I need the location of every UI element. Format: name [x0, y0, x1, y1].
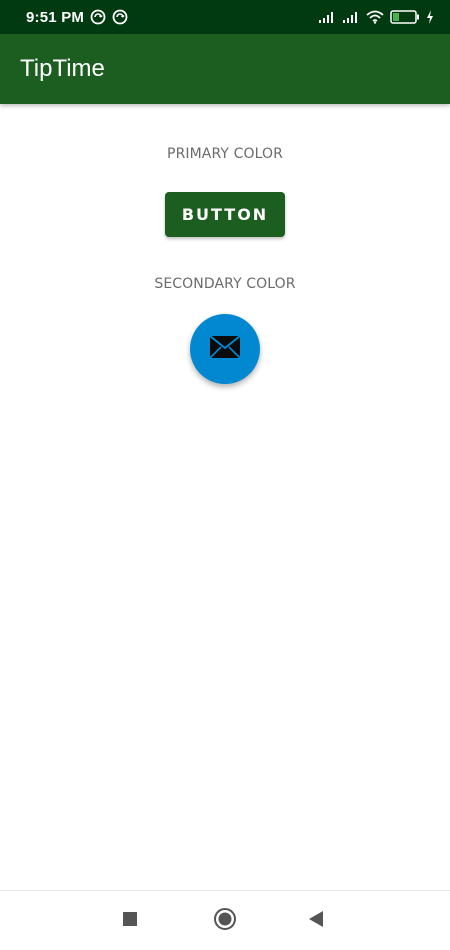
- status-time: 9:51 PM: [26, 8, 85, 26]
- home-icon: [213, 907, 237, 936]
- app-bar: TipTime: [0, 34, 450, 104]
- signal-icon: [342, 10, 360, 24]
- app-title: TipTime: [20, 55, 105, 82]
- secondary-color-label: SECONDARY COLOR: [154, 276, 296, 292]
- back-icon: [308, 910, 324, 933]
- wifi-icon: [366, 10, 384, 24]
- email-icon: [209, 334, 241, 364]
- primary-color-label: PRIMARY COLOR: [167, 146, 283, 162]
- battery-icon: [390, 10, 420, 24]
- sync-icon: [90, 9, 106, 25]
- sync-icon: [112, 9, 128, 25]
- status-right: [318, 10, 434, 24]
- recent-apps-button[interactable]: [100, 891, 160, 950]
- email-fab[interactable]: [190, 314, 260, 384]
- back-button[interactable]: [286, 891, 346, 950]
- signal-icon: [318, 10, 336, 24]
- status-left: 9:51 PM: [26, 9, 128, 26]
- home-button[interactable]: [195, 891, 255, 950]
- navigation-bar: [0, 890, 450, 950]
- phone-screen: 9:51 PM TipTime PRIMARY COLOR BUTTON SEC…: [0, 0, 450, 950]
- primary-button[interactable]: BUTTON: [165, 192, 285, 237]
- recent-apps-icon: [122, 911, 138, 932]
- charging-icon: [426, 10, 434, 24]
- status-bar: 9:51 PM: [0, 0, 450, 34]
